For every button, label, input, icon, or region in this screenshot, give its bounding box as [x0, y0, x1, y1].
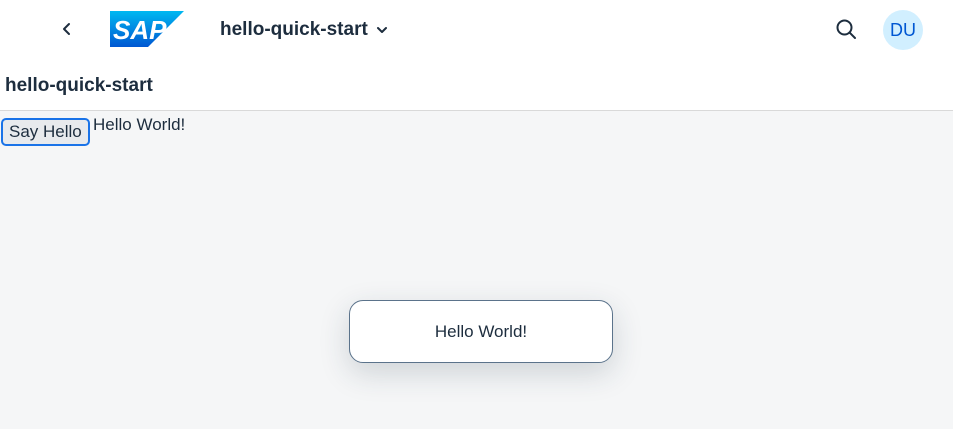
app-title-menu[interactable]: hello-quick-start — [220, 16, 390, 44]
sap-logo[interactable]: SAP — [110, 11, 184, 47]
page-title: hello-quick-start — [5, 75, 153, 96]
hello-output-text: Hello World! — [93, 115, 186, 134]
toast-message: Hello World! — [434, 321, 528, 341]
search-button[interactable] — [832, 15, 860, 43]
page-header: hello-quick-start — [0, 60, 953, 111]
app-title: hello-quick-start — [220, 19, 368, 40]
back-button[interactable] — [52, 14, 82, 44]
chevron-down-icon — [374, 22, 390, 38]
sap-logo-text: SAP — [113, 15, 167, 45]
user-avatar[interactable]: DU — [883, 10, 923, 50]
search-icon — [836, 19, 856, 39]
chevron-left-icon — [63, 23, 70, 35]
message-toast: Hello World! — [349, 300, 613, 363]
shell-bar: SAP hello-quick-start DU — [0, 0, 953, 60]
page-content: Say Hello Hello World! Hello World! — [0, 111, 953, 429]
say-hello-button[interactable]: Say Hello — [1, 118, 90, 146]
